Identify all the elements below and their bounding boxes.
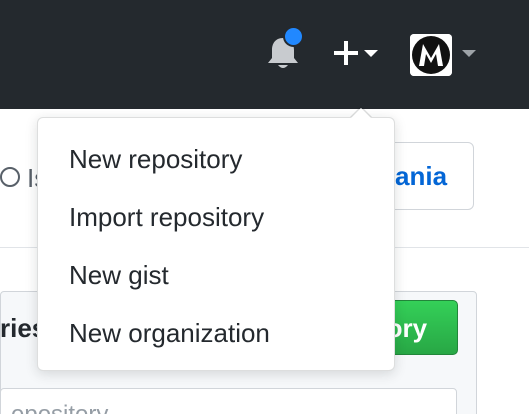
find-repository-input[interactable]: epository xyxy=(0,388,457,414)
caret-down-icon xyxy=(462,50,476,57)
caret-down-icon xyxy=(364,50,378,57)
find-repository-placeholder: epository xyxy=(11,401,108,414)
dropdown-caret-fill xyxy=(350,108,372,119)
menu-item-import-repository[interactable]: Import repository xyxy=(38,192,394,242)
unread-notification-indicator xyxy=(283,26,304,47)
avatar xyxy=(410,34,452,76)
profile-menu-button[interactable] xyxy=(410,34,480,76)
create-new-dropdown: New repository Import repository New gis… xyxy=(37,117,395,371)
menu-item-new-repository[interactable]: New repository xyxy=(38,134,394,184)
create-new-button[interactable] xyxy=(331,36,381,70)
issue-opened-icon xyxy=(0,167,20,187)
menu-item-new-organization[interactable]: New organization xyxy=(38,308,394,358)
organization-button-label: ania xyxy=(395,161,448,191)
menu-item-new-gist[interactable]: New gist xyxy=(38,250,394,300)
avatar-m-logo-icon xyxy=(410,34,452,76)
site-header xyxy=(0,0,529,109)
page: Is ania ries tory epository xyxy=(0,0,529,414)
